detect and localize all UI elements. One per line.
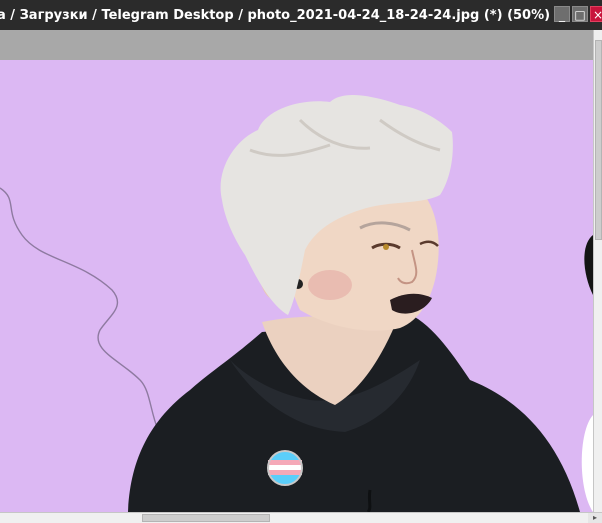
image-canvas[interactable] [0, 60, 593, 512]
horizontal-scrollbar[interactable]: ▸ [0, 512, 602, 523]
artwork [0, 94, 593, 512]
edge-white-shape [581, 415, 593, 512]
sketch-line [0, 187, 159, 431]
ruler [0, 30, 598, 61]
maximize-button[interactable]: □ [572, 6, 588, 22]
vertical-scrollbar[interactable] [593, 30, 602, 512]
vertical-scroll-thumb[interactable] [595, 40, 602, 240]
window-controls: _ □ × [554, 6, 602, 22]
pin-badge [267, 450, 303, 486]
minimize-button[interactable]: _ [554, 6, 570, 22]
iris [383, 244, 389, 250]
horizontal-scroll-thumb[interactable] [142, 514, 270, 522]
edge-shape [584, 235, 593, 295]
cheek-blush [308, 270, 352, 300]
close-button[interactable]: × [590, 6, 602, 22]
title-bar: а / Загрузки / Telegram Desktop / photo_… [0, 0, 602, 30]
window-title: а / Загрузки / Telegram Desktop / photo_… [0, 7, 551, 23]
drawstring [366, 489, 372, 512]
